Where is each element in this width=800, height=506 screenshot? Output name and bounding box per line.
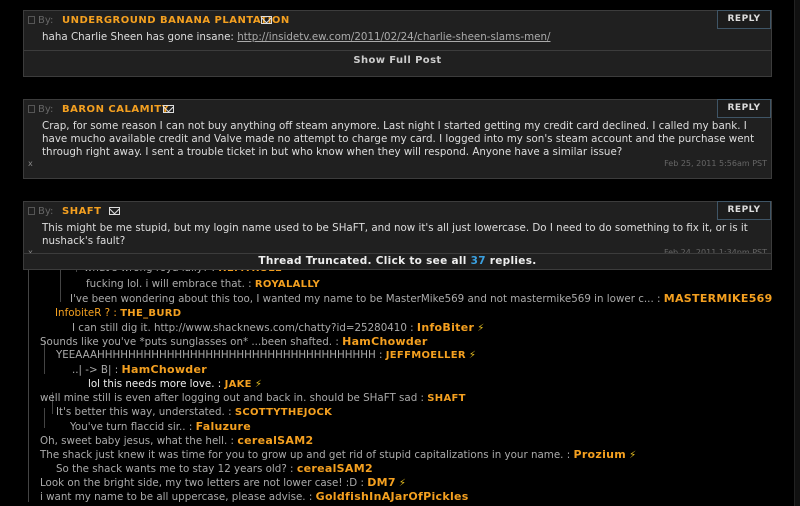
by-label: By: — [28, 206, 53, 217]
reply-author[interactable]: Faluzure — [196, 420, 251, 433]
post-author[interactable]: UNDERGROUND BANANA PLANTATION — [62, 15, 290, 26]
lightning-bolt-icon: ⚡ — [629, 450, 637, 461]
list-item[interactable]: InfobiteR ? : THE_BURD — [55, 307, 181, 319]
list-item[interactable]: It's better this way, understated. : SCO… — [56, 406, 332, 418]
list-item[interactable]: Sounds like you've *puts sunglasses on* … — [40, 335, 428, 348]
reply-author[interactable]: JAKE — [225, 379, 252, 390]
list-item[interactable]: well mine still is even after logging ou… — [40, 392, 466, 404]
reply-author[interactable]: HamChowder — [121, 363, 206, 376]
reply-author[interactable]: HamChowder — [342, 335, 427, 348]
list-item[interactable]: You've turn flaccid sir.. : Faluzure — [70, 420, 251, 433]
reply-author[interactable]: THE_BURD — [120, 308, 181, 319]
reply-button[interactable]: REPLY — [717, 10, 771, 29]
list-item[interactable]: Oh, sweet baby jesus, what the hell. : c… — [40, 434, 313, 447]
list-item[interactable]: Look on the bright side, my two letters … — [40, 476, 406, 489]
post-link[interactable]: http://insidetv.ew.com/2011/02/24/charli… — [237, 31, 550, 43]
list-item[interactable]: YEEAAAHHHHHHHHHHHHHHHHHHHHHHHHHHHHHHHHHH… — [56, 349, 476, 361]
by-label: By: — [28, 104, 53, 115]
reply-author[interactable]: InfoBiter — [417, 321, 474, 334]
reply-author[interactable]: cerealSAM2 — [297, 462, 373, 475]
post-baron-calamity: By: BARON CALAMITY REPLY Crap, for some … — [23, 99, 772, 179]
post-date: Feb 25, 2011 5:56am PST — [664, 159, 767, 168]
collapse-x[interactable]: x — [28, 159, 33, 168]
by-label: By: — [28, 15, 53, 26]
post-author[interactable]: BARON CALAMITY — [62, 104, 169, 115]
thread-truncated-button[interactable]: Thread Truncated. Click to see all 37 re… — [23, 253, 772, 270]
lightning-bolt-icon: ⚡ — [398, 478, 406, 489]
post-body: This might be me stupid, but my login na… — [42, 222, 748, 247]
reply-author[interactable]: SHAFT — [427, 393, 465, 404]
reply-author[interactable]: ROYALALLY — [255, 279, 320, 290]
post-author[interactable]: SHAFT — [62, 206, 101, 217]
post-underground-banana: By: UNDERGROUND BANANA PLANTATION REPLY … — [23, 10, 772, 77]
show-full-post-button[interactable]: Show Full Post — [24, 50, 771, 70]
list-item[interactable]: So the shack wants me to stay 12 years o… — [56, 462, 373, 475]
reply-count: 37 — [470, 255, 486, 267]
list-item[interactable]: I can still dig it. http://www.shacknews… — [72, 321, 484, 334]
reply-author[interactable]: MASTERMIKE569 — [664, 292, 773, 305]
list-item[interactable]: i want my name to be all uppercase, plea… — [40, 490, 469, 503]
reply-author[interactable]: SCOTTYTHEJOCK — [235, 407, 332, 418]
mail-icon[interactable] — [261, 16, 272, 24]
reply-author[interactable]: JEFFMOELLER — [386, 350, 466, 361]
mail-icon[interactable] — [109, 207, 120, 215]
lightning-bolt-icon: ⚡ — [254, 379, 262, 390]
lightning-bolt-icon: ⚡ — [477, 323, 485, 334]
reply-author[interactable]: cerealSAM2 — [237, 434, 313, 447]
list-item[interactable]: lol this needs more love. : JAKE ⚡ — [88, 378, 262, 390]
reply-author[interactable]: Prozium — [573, 448, 626, 461]
reply-author[interactable]: DM7 — [367, 476, 396, 489]
reply-button[interactable]: REPLY — [717, 201, 771, 220]
lightning-bolt-icon: ⚡ — [468, 350, 476, 361]
list-item[interactable]: fucking lol. i will embrace that. : ROYA… — [86, 278, 320, 290]
list-item[interactable]: ..| -> B| : HamChowder — [72, 363, 207, 376]
list-item[interactable]: I've been wondering about this too, I wa… — [70, 292, 773, 305]
reply-button[interactable]: REPLY — [717, 99, 771, 118]
mail-icon[interactable] — [163, 105, 174, 113]
post-body: haha Charlie Sheen has gone insane: http… — [42, 31, 551, 43]
scrollbar[interactable] — [794, 0, 800, 506]
post-shaft: By: SHAFT REPLY This might be me stupid,… — [23, 201, 772, 257]
post-body: Crap, for some reason I can not buy anyt… — [42, 120, 755, 158]
reply-author[interactable]: GoldfishInAJarOfPickles — [316, 490, 469, 503]
list-item[interactable]: The shack just knew it was time for you … — [40, 448, 636, 461]
